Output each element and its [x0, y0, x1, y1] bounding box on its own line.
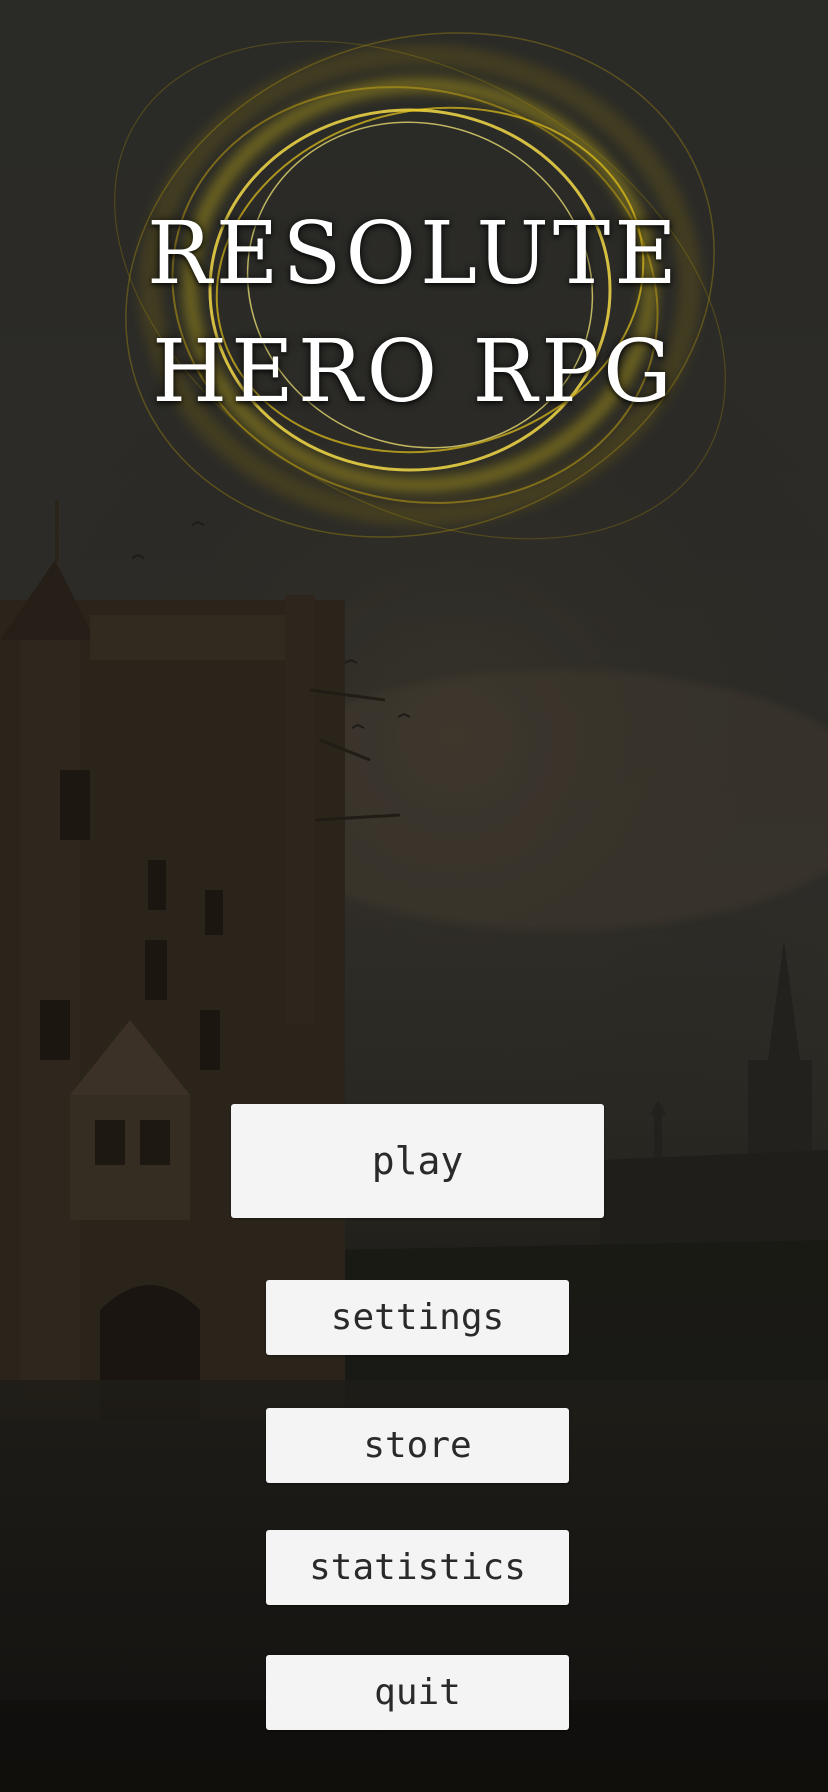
- statistics-button[interactable]: statistics: [266, 1530, 569, 1605]
- quit-button[interactable]: quit: [266, 1655, 569, 1730]
- game-title: RESOLUTE HERO RPG: [0, 195, 828, 431]
- main-menu-screen: RESOLUTE HERO RPG play settings store st…: [0, 0, 828, 1792]
- settings-button[interactable]: settings: [266, 1280, 569, 1355]
- game-title-line-2: HERO RPG: [152, 322, 676, 422]
- store-button[interactable]: store: [266, 1408, 569, 1483]
- game-title-line-1: RESOLUTE: [147, 204, 681, 304]
- play-button[interactable]: play: [231, 1104, 604, 1218]
